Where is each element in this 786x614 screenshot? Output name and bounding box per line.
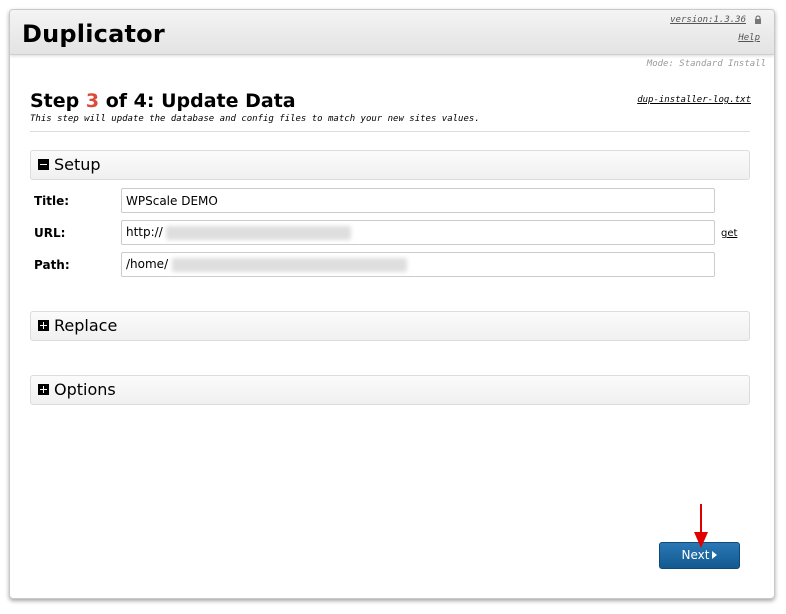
replace-section-header[interactable]: Replace <box>30 311 750 341</box>
setup-section-header[interactable]: Setup <box>30 150 750 180</box>
url-value: http:// <box>126 225 163 239</box>
lock-icon <box>755 15 761 24</box>
divider <box>30 131 750 132</box>
options-section-label: Options <box>54 380 116 399</box>
url-input[interactable]: http:// <box>121 220 715 245</box>
version-link[interactable]: version:1.3.36 <box>670 15 746 25</box>
path-input[interactable]: /home/ <box>121 252 715 277</box>
path-value: /home/ <box>126 257 169 271</box>
setup-section-label: Setup <box>54 155 101 174</box>
title-label: Title: <box>34 194 70 208</box>
step-number: 3 <box>85 90 100 112</box>
redacted-url <box>166 226 351 240</box>
annotation-arrow-icon <box>694 504 708 548</box>
installer-log-link[interactable]: dup-installer-log.txt <box>637 95 751 105</box>
help-link[interactable]: Help <box>738 33 760 43</box>
app-title: Duplicator <box>22 20 165 48</box>
redacted-path <box>172 258 407 272</box>
replace-section-label: Replace <box>54 316 118 335</box>
header-bar: Duplicator version:1.3.36 Help <box>10 10 774 55</box>
plus-square-icon <box>38 384 49 395</box>
options-section-header[interactable]: Options <box>30 375 750 405</box>
get-url-link[interactable]: get <box>721 228 737 239</box>
step-description: This step will update the database and c… <box>30 114 480 124</box>
title-input[interactable] <box>121 188 715 213</box>
minus-square-icon <box>38 159 49 170</box>
path-label: Path: <box>34 258 70 272</box>
next-button-label: Next <box>681 548 710 562</box>
installer-window: Duplicator version:1.3.36 Help Mode: Sta… <box>9 9 775 599</box>
plus-square-icon <box>38 320 49 331</box>
install-mode-label: Mode: Standard Install <box>646 59 766 69</box>
caret-right-icon <box>712 550 718 559</box>
page-title: Step 3 of 4: Update Data <box>30 90 296 112</box>
url-label: URL: <box>34 226 66 240</box>
